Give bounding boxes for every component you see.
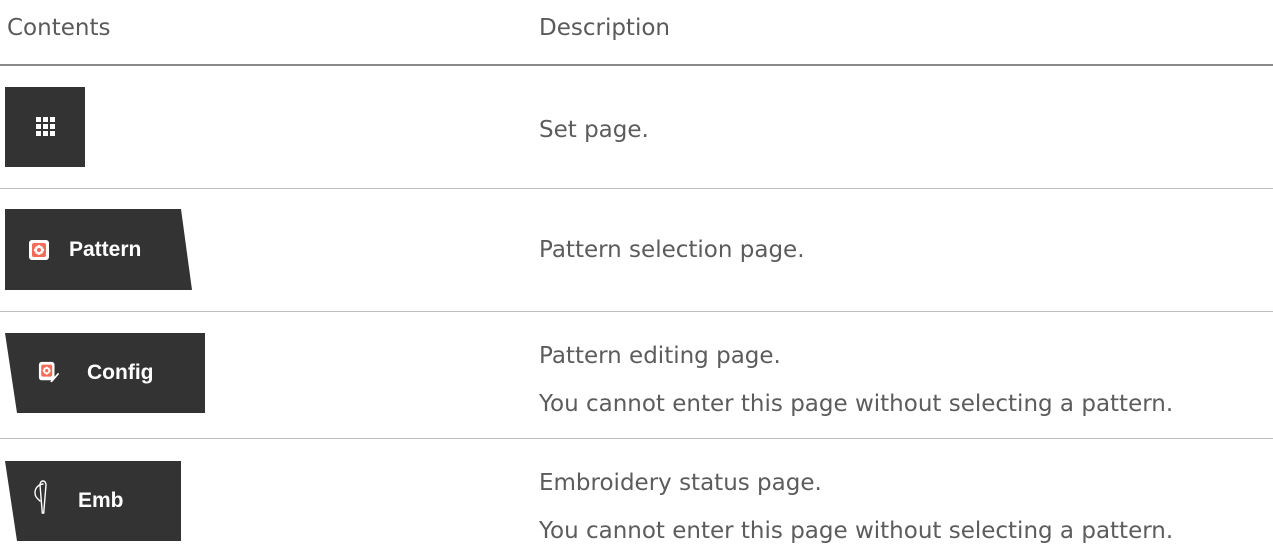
emb-button-label: Emb — [78, 489, 124, 512]
emb-button[interactable]: Emb — [5, 461, 181, 541]
row-divider — [0, 311, 1273, 312]
description-pattern-page: Pattern selection page. — [539, 237, 805, 263]
column-header-contents: Contents — [7, 15, 111, 41]
pattern-button-label: Pattern — [69, 238, 142, 261]
grid-icon — [36, 117, 56, 137]
set-page-button[interactable] — [5, 87, 85, 167]
description-config-page-line1: Pattern editing page. — [539, 343, 781, 369]
column-header-description: Description — [539, 15, 670, 41]
description-emb-page-line2: You cannot enter this page without selec… — [539, 518, 1174, 544]
flower-pattern-icon — [29, 240, 49, 260]
row-divider — [0, 188, 1273, 189]
flower-edit-icon — [38, 361, 59, 383]
description-config-page-line2: You cannot enter this page without selec… — [539, 391, 1174, 417]
config-button-label: Config — [87, 361, 154, 384]
row-divider — [0, 438, 1273, 439]
table-header: Contents Description — [0, 0, 1273, 66]
pattern-button[interactable]: Pattern — [5, 209, 192, 290]
description-set-page: Set page. — [539, 117, 649, 143]
needle-icon — [34, 480, 47, 514]
description-emb-page-line1: Embroidery status page. — [539, 470, 822, 496]
config-button[interactable]: Config — [5, 333, 205, 413]
